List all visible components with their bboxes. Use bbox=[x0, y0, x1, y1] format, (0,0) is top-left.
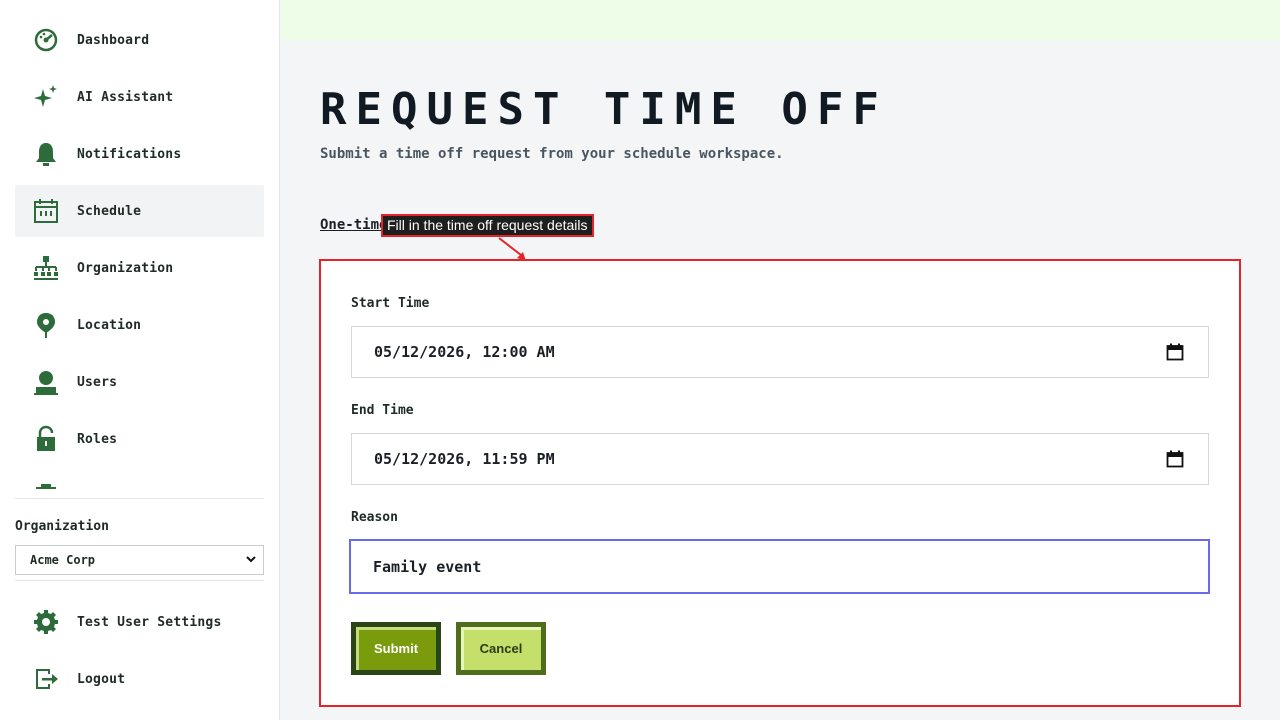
sidebar: Dashboard AI Assistant Notifications Sch… bbox=[0, 0, 280, 720]
settings-label: Test User Settings bbox=[77, 614, 222, 630]
org-label: Organization bbox=[15, 519, 109, 534]
sidebar-item-dashboard[interactable]: Dashboard bbox=[15, 14, 264, 66]
reason-input[interactable]: Family event bbox=[349, 539, 1210, 594]
organization-select-value: Acme Corp bbox=[30, 553, 96, 567]
sidebar-item-label: Organization bbox=[77, 260, 174, 276]
sidebar-divider bbox=[15, 580, 264, 581]
reason-value: Family event bbox=[373, 557, 482, 576]
sidebar-item-notifications[interactable]: Notifications bbox=[15, 128, 264, 180]
submit-button[interactable]: Submit bbox=[351, 622, 441, 675]
start-time-value: 05/12/2026, 12:00 AM bbox=[374, 343, 555, 361]
sidebar-item-label: Roles bbox=[77, 431, 118, 447]
sparkle-icon bbox=[30, 81, 62, 113]
sidebar-item-label: Location bbox=[77, 317, 142, 333]
sidebar-divider bbox=[15, 498, 264, 499]
end-time-value: 05/12/2026, 11:59 PM bbox=[374, 450, 555, 468]
calendar-picker-icon[interactable] bbox=[1166, 343, 1184, 361]
sidebar-item-label: Users bbox=[77, 374, 118, 390]
settings-link[interactable]: Test User Settings bbox=[15, 596, 264, 648]
sidebar-item-roles[interactable]: Roles bbox=[15, 413, 264, 465]
reason-label: Reason bbox=[351, 510, 398, 525]
page-subtitle: Submit a time off request from your sche… bbox=[320, 146, 784, 162]
tab-one-time[interactable]: One-time bbox=[320, 217, 384, 233]
end-time-input[interactable]: 05/12/2026, 11:59 PM bbox=[351, 433, 1209, 485]
sidebar-item-location[interactable]: Location bbox=[15, 299, 264, 351]
calendar-picker-icon[interactable] bbox=[1166, 450, 1184, 468]
briefcase-icon bbox=[30, 480, 62, 492]
chevron-down-icon bbox=[246, 556, 256, 563]
organization-select[interactable]: Acme Corp bbox=[15, 545, 264, 575]
start-time-input[interactable]: 05/12/2026, 12:00 AM bbox=[351, 326, 1209, 378]
cancel-button[interactable]: Cancel bbox=[456, 622, 546, 675]
sidebar-nav: Dashboard AI Assistant Notifications Sch… bbox=[15, 14, 264, 492]
instruction-callout: Fill in the time off request details bbox=[381, 214, 594, 237]
bell-icon bbox=[30, 138, 62, 170]
logout-link[interactable]: Logout bbox=[15, 653, 264, 705]
sidebar-item-label: Schedule bbox=[77, 203, 142, 219]
start-time-label: Start Time bbox=[351, 296, 430, 311]
map-pin-icon bbox=[30, 309, 62, 341]
top-banner bbox=[281, 0, 1280, 40]
sidebar-item-ai-assistant[interactable]: AI Assistant bbox=[15, 71, 264, 123]
sidebar-item-label: AI Assistant bbox=[77, 89, 174, 105]
gear-icon bbox=[30, 606, 62, 638]
lock-icon bbox=[30, 423, 62, 455]
sidebar-item-organization[interactable]: Organization bbox=[15, 242, 264, 294]
org-chart-icon bbox=[30, 252, 62, 284]
sidebar-item-label: Notifications bbox=[77, 146, 182, 162]
dashboard-icon bbox=[30, 24, 62, 56]
logout-icon bbox=[30, 663, 62, 695]
logout-label: Logout bbox=[77, 671, 126, 687]
calendar-icon bbox=[30, 195, 62, 227]
sidebar-item-users[interactable]: Users bbox=[15, 356, 264, 408]
page-title: REQUEST TIME OFF bbox=[320, 84, 888, 135]
sidebar-item-more[interactable] bbox=[15, 470, 264, 492]
end-time-label: End Time bbox=[351, 403, 414, 418]
user-icon bbox=[30, 366, 62, 398]
sidebar-item-label: Dashboard bbox=[77, 32, 150, 48]
sidebar-item-schedule[interactable]: Schedule bbox=[15, 185, 264, 237]
